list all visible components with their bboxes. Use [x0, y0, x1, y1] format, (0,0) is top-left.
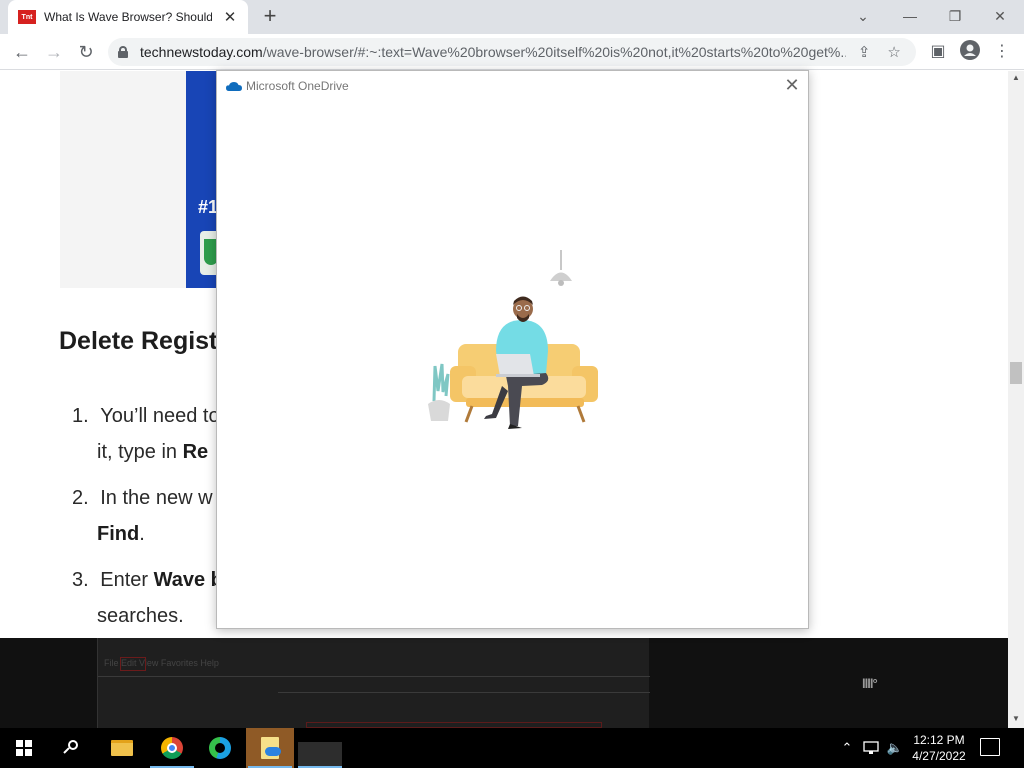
notification-center-icon[interactable] — [980, 738, 1000, 756]
list-item-continuation: searches. — [97, 605, 184, 628]
search-icon — [64, 740, 80, 756]
back-icon[interactable]: ← — [10, 40, 34, 64]
person-on-sofa-illustration — [428, 250, 598, 429]
profile-icon[interactable] — [958, 40, 982, 64]
tab-search-icon[interactable]: ⌄ — [845, 4, 881, 28]
step-text: In the new w — [100, 487, 213, 509]
list-item-continuation: Find. — [97, 523, 145, 546]
browser-tabstrip: Tnt What Is Wave Browser? Should I ✕ + ⌄… — [0, 0, 1024, 34]
url-host: technewstoday.com — [140, 44, 263, 60]
video-logo: llll° — [862, 676, 878, 691]
clock-date: 4/27/2022 — [912, 749, 966, 763]
windows-taskbar: ⌃ 🔈 12:12 PM 4/27/2022 — [0, 728, 1024, 768]
video-highlight-box — [120, 657, 146, 671]
close-window-button[interactable]: ✕ — [982, 4, 1018, 28]
step-text: . — [139, 523, 145, 545]
list-item: 2. In the new w — [72, 487, 213, 510]
new-tab-button[interactable]: + — [258, 4, 282, 28]
step-text: Enter — [100, 569, 154, 591]
step-text: searches. — [97, 605, 184, 627]
menu-icon[interactable]: ⋮ — [990, 40, 1014, 64]
scroll-up-arrow-icon[interactable]: ▲ — [1008, 71, 1024, 85]
start-button[interactable] — [0, 728, 48, 768]
step-text: You’ll need to — [100, 405, 220, 427]
app-thumbnail-icon — [298, 742, 342, 768]
tab-title: What Is Wave Browser? Should I — [44, 10, 212, 24]
video-frame: File Edit View Favorites Help — [97, 638, 650, 728]
sidepanel-icon[interactable]: ▣ — [926, 40, 950, 64]
volume-icon[interactable]: 🔈 — [884, 728, 906, 768]
folder-icon — [111, 740, 133, 756]
edge-icon — [209, 737, 231, 759]
onedrive-taskbar-button[interactable] — [246, 728, 294, 768]
search-button[interactable] — [48, 728, 96, 768]
clock-time: 12:12 PM — [913, 733, 965, 747]
tab-close-icon[interactable]: ✕ — [222, 8, 238, 26]
step-bold-text: Find — [97, 523, 140, 545]
page-scrollbar[interactable] — [1008, 71, 1024, 728]
step-text: it, type in — [97, 441, 183, 463]
section-heading: Delete Regist — [59, 327, 218, 355]
show-hidden-icons-icon[interactable]: ⌃ — [838, 728, 856, 768]
list-item-continuation: it, type in Re — [97, 441, 208, 464]
video-divider — [98, 676, 650, 677]
onedrive-dialog: Microsoft OneDrive ✕ — [216, 70, 809, 629]
star-icon[interactable]: ☆ — [882, 43, 906, 61]
onedrive-icon — [261, 737, 281, 759]
site-favicon: Tnt — [18, 10, 36, 24]
address-bar[interactable]: technewstoday.com/wave-browser/#:~:text=… — [108, 38, 916, 66]
browser-tab[interactable]: Tnt What Is Wave Browser? Should I ✕ — [8, 0, 248, 34]
step-number: 2. — [72, 487, 89, 509]
scroll-down-arrow-icon[interactable]: ▼ — [1008, 712, 1024, 726]
chrome-taskbar-button[interactable] — [148, 728, 196, 768]
list-item: 1. You’ll need to — [72, 405, 220, 428]
browser-toolbar: ← → ↻ technewstoday.com/wave-browser/#:~… — [0, 34, 1024, 70]
video-overlay[interactable]: File Edit View Favorites Help llll° — [0, 638, 1008, 728]
url-text: technewstoday.com/wave-browser/#:~:text=… — [140, 44, 846, 60]
chrome-icon — [161, 737, 183, 759]
restore-button[interactable]: ❐ — [937, 4, 973, 28]
network-icon[interactable] — [860, 728, 882, 768]
step-bold-text: Re — [182, 441, 209, 463]
forward-icon[interactable]: → — [42, 40, 66, 64]
lock-icon[interactable] — [118, 46, 128, 58]
step-number: 3. — [72, 569, 89, 591]
minimize-button[interactable]: — — [892, 4, 928, 28]
edge-taskbar-button[interactable] — [196, 728, 244, 768]
app-taskbar-button[interactable] — [296, 728, 344, 768]
list-item: 3. Enter Wave b — [72, 569, 223, 592]
url-path: /wave-browser/#:~:text=Wave%20browser%20… — [262, 44, 847, 60]
dialog-title: Microsoft OneDrive — [246, 79, 349, 93]
windows-logo-icon — [16, 740, 32, 756]
file-explorer-button[interactable] — [98, 728, 146, 768]
reload-icon[interactable]: ↻ — [74, 40, 98, 64]
video-divider — [278, 692, 650, 693]
onedrive-cloud-icon — [226, 82, 242, 91]
scrollbar-thumb[interactable] — [1010, 362, 1022, 384]
step-bold-text: Wave b — [153, 569, 223, 591]
share-icon[interactable]: ⇪ — [852, 43, 876, 61]
step-number: 1. — [72, 405, 89, 427]
system-clock[interactable]: 12:12 PM 4/27/2022 — [906, 732, 972, 764]
dialog-close-icon[interactable]: ✕ — [782, 75, 802, 95]
